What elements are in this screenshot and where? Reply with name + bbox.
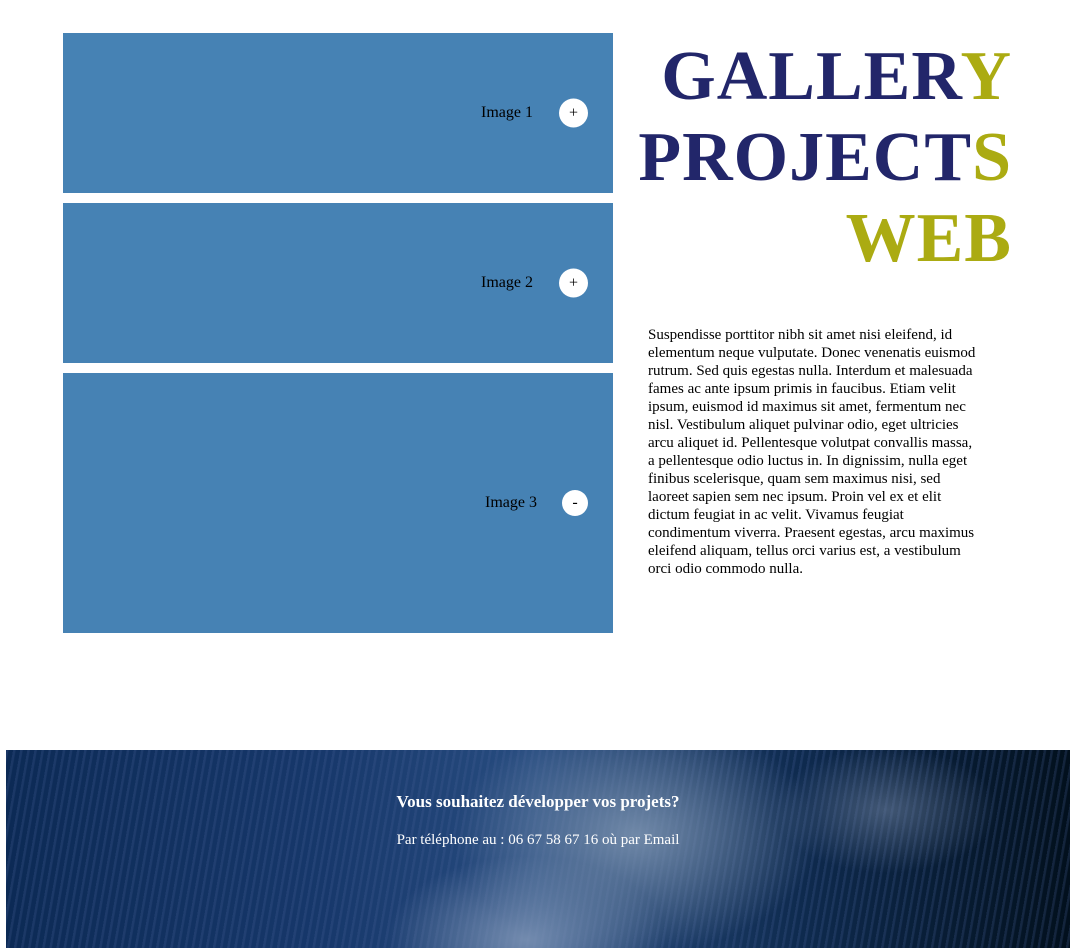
collapse-toggle-button[interactable]: - bbox=[562, 490, 588, 516]
page-title: GALLERY PROJECTS WEB bbox=[638, 36, 1012, 279]
title-line-projects: PROJECTS bbox=[638, 117, 1012, 198]
title-line-web: WEB bbox=[845, 200, 1012, 277]
gallery-item-label: Image 3 bbox=[485, 494, 537, 511]
gallery-item-image-3[interactable]: Image 3 - bbox=[63, 373, 613, 633]
gallery-item-label: Image 1 bbox=[481, 104, 533, 121]
footer-heading: Vous souhaitez développer vos projets? bbox=[396, 792, 680, 811]
gallery-item-image-1[interactable]: Image 1 + bbox=[63, 33, 613, 193]
title-line-gallery: GALLERY bbox=[638, 36, 1012, 117]
expand-toggle-button[interactable]: + bbox=[559, 268, 588, 298]
title-word-accent: Y bbox=[960, 38, 1012, 115]
title-word-main: PROJECT bbox=[638, 119, 973, 196]
contact-footer: Vous souhaitez développer vos projets? P… bbox=[6, 750, 1070, 948]
gallery: Image 1 + Image 2 + Image 3 - bbox=[63, 33, 613, 643]
gallery-item-image-2[interactable]: Image 2 + bbox=[63, 203, 613, 363]
page: Image 1 + Image 2 + Image 3 - GALLERY PR… bbox=[0, 0, 1077, 948]
gallery-item-label: Image 2 bbox=[481, 274, 533, 291]
footer-contact-text: Par téléphone au : 06 67 58 67 16 où par… bbox=[396, 832, 680, 848]
expand-toggle-button[interactable]: + bbox=[559, 98, 588, 128]
intro-paragraph: Suspendisse porttitor nibh sit amet nisi… bbox=[648, 327, 976, 577]
title-word-accent: S bbox=[972, 119, 1012, 196]
title-word-main: GALLER bbox=[661, 38, 961, 115]
